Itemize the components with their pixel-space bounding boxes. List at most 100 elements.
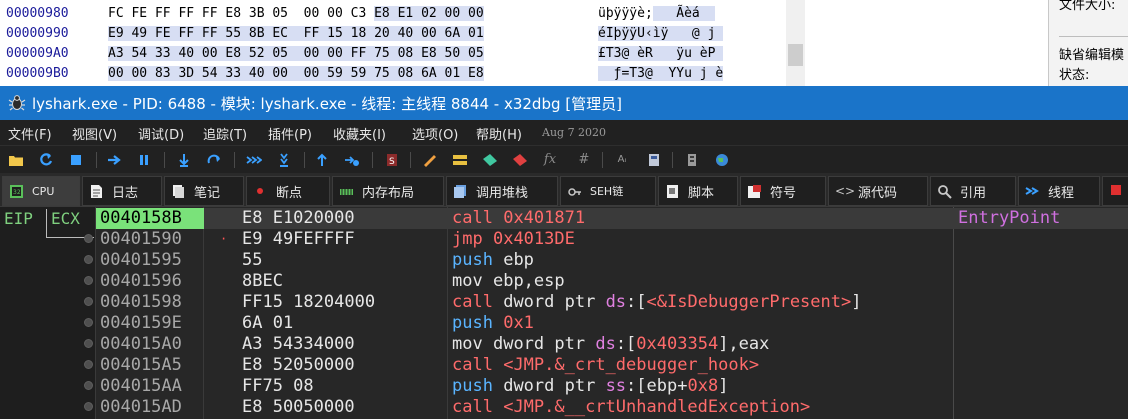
operand: ] xyxy=(718,376,729,396)
menu-trace[interactable]: 追踪(T) xyxy=(203,124,247,143)
mnemonic: mov xyxy=(452,271,483,291)
instruction-bytes: A3 54334000 xyxy=(242,334,355,354)
breakpoint-marker[interactable] xyxy=(84,402,93,411)
hex-row[interactable]: 000009B0 00 00 83 3D 54 33 40 00 00 59 5… xyxy=(0,64,805,84)
hex-ascii: üþÿÿÿè; Ãèá xyxy=(598,6,716,21)
title-bar[interactable]: lyshark.exe - PID: 6488 - 模块: lyshark.ex… xyxy=(0,86,1128,120)
tab-script[interactable]: 脚本 xyxy=(658,176,738,206)
menu-view[interactable]: 视图(V) xyxy=(72,124,117,143)
operand: dword ptr xyxy=(503,292,606,312)
tab-seh[interactable]: SEH链 xyxy=(560,176,656,206)
tab-notes[interactable]: 笔记 xyxy=(164,176,244,206)
breakpoint-marker[interactable] xyxy=(84,339,93,348)
scrollbar-thumb[interactable] xyxy=(788,44,803,66)
mnemonic: push xyxy=(452,313,493,333)
notes-icon xyxy=(171,184,186,199)
tab-label: 日志 xyxy=(112,185,139,201)
disasm-row[interactable]: 00401590 · E9 49FEFFFF jmp 0x4013DE xyxy=(96,229,1128,250)
disasm-row[interactable]: 004015A0 A3 54334000 mov dword ptr ds:[0x4… xyxy=(96,334,1128,355)
hash-icon[interactable]: # xyxy=(576,152,592,168)
breakpoint-marker[interactable] xyxy=(84,234,93,243)
trace-into-icon[interactable] xyxy=(246,152,262,168)
hex-dump-panel[interactable]: 00000980 FC FE FF FF FF E8 3B 05 00 00 C… xyxy=(0,0,805,86)
operand: <JMP.&_crt_debugger_hook> xyxy=(503,355,760,375)
tab-next[interactable] xyxy=(1102,176,1128,206)
menu-debug[interactable]: 调试(D) xyxy=(138,124,184,143)
tab-cpu[interactable]: 32 CPU xyxy=(2,176,80,206)
tab-breakpoints[interactable]: 断点 xyxy=(246,176,330,206)
font-icon[interactable]: Aᵢ xyxy=(614,152,630,168)
tab-symbols[interactable]: 符号 xyxy=(740,176,826,206)
breakpoint-marker[interactable] xyxy=(84,318,93,327)
operand: :[ xyxy=(615,334,637,354)
scylla-icon[interactable]: S xyxy=(384,152,400,168)
hex-row[interactable]: 000009A0 A3 54 33 40 00 E8 52 05 00 00 F… xyxy=(0,44,805,64)
bookmark-icon[interactable] xyxy=(512,152,528,168)
hex-row[interactable]: 00000980 FC FE FF FF FF E8 3B 05 00 00 C… xyxy=(0,4,805,24)
entry-point-comment: EntryPoint xyxy=(958,208,1061,228)
patch-icon[interactable] xyxy=(422,152,438,168)
run-to-user-code-icon[interactable] xyxy=(344,152,360,168)
operand: ],eax xyxy=(718,334,770,354)
instruction-address: 00401590 xyxy=(100,229,182,249)
breakpoint-marker[interactable] xyxy=(84,255,93,264)
toolbar: S fx # Aᵢ xyxy=(0,145,1128,173)
instruction-text: call dword ptr ds:[<&IsDebuggerPresent>] xyxy=(452,292,861,313)
instruction-address: 00401598 xyxy=(100,292,182,312)
run-icon[interactable] xyxy=(106,152,122,168)
tab-label: 符号 xyxy=(770,185,797,201)
source-icon: <> xyxy=(835,183,856,198)
disasm-row[interactable]: 00401598 FF15 18204000 call dword ptr ds:[… xyxy=(96,292,1128,313)
label-icon[interactable] xyxy=(482,152,498,168)
pause-icon[interactable] xyxy=(136,152,152,168)
menu-favourites[interactable]: 收藏夹(I) xyxy=(333,124,386,143)
disasm-row[interactable]: 004015A5 E8 52050000 call <JMP.&_crt_debug… xyxy=(96,355,1128,376)
stop-icon[interactable] xyxy=(68,152,84,168)
breakpoint-marker[interactable] xyxy=(84,381,93,390)
tab-references[interactable]: 引用 xyxy=(930,176,1016,206)
tab-memory-map[interactable]: 内存布局 xyxy=(332,176,444,206)
restart-icon[interactable] xyxy=(38,152,54,168)
breakpoint-marker[interactable] xyxy=(84,297,93,306)
memory-icon[interactable] xyxy=(684,152,700,168)
breakpoint-marker[interactable] xyxy=(84,360,93,369)
execute-till-return-icon[interactable] xyxy=(314,152,330,168)
hex-row[interactable]: 00000990 E9 49 FE FF FF 55 8B EC FF 15 1… xyxy=(0,24,805,44)
x32dbg-bug-icon xyxy=(8,95,26,111)
hex-ascii: éIþÿÿU‹ìÿ @ j xyxy=(598,26,724,41)
comment-icon[interactable] xyxy=(452,152,468,168)
tab-call-stack[interactable]: 调用堆栈 xyxy=(446,176,558,206)
globe-icon[interactable] xyxy=(714,152,730,168)
tab-log[interactable]: 日志 xyxy=(82,176,162,206)
disasm-row[interactable]: 004015AD E8 50050000 call <JMP.&__crtUnhan… xyxy=(96,397,1128,418)
calculator-icon[interactable] xyxy=(646,152,662,168)
step-over-icon[interactable] xyxy=(206,152,222,168)
disasm-row[interactable]: 0040159E 6A 01 push 0x1 xyxy=(96,313,1128,334)
operand: 0x403354 xyxy=(636,334,719,354)
tab-label: 调用堆栈 xyxy=(476,185,529,201)
mnemonic: jmp xyxy=(452,229,483,249)
menu-help[interactable]: 帮助(H) xyxy=(476,124,522,143)
memory-map-icon xyxy=(339,184,354,199)
step-into-icon[interactable] xyxy=(176,152,192,168)
tab-threads[interactable]: 线程 xyxy=(1018,176,1100,206)
function-icon[interactable]: fx xyxy=(542,152,558,168)
disassembly-view[interactable]: EIP ECX 0040158B E8 E1020000 call 0x401871… xyxy=(0,207,1128,419)
hex-scrollbar[interactable] xyxy=(786,0,805,86)
instruction-bytes: FF75 08 xyxy=(242,376,314,396)
tab-label: 引用 xyxy=(960,185,987,201)
menu-file[interactable]: 文件(F) xyxy=(8,124,52,143)
instruction-text: push ebp xyxy=(452,250,534,271)
trace-over-icon[interactable] xyxy=(276,152,292,168)
menu-options[interactable]: 选项(O) xyxy=(412,124,458,143)
tab-label: 源代码 xyxy=(858,185,898,201)
open-icon[interactable] xyxy=(8,152,24,168)
breakpoint-marker[interactable] xyxy=(84,276,93,285)
disasm-row[interactable]: 004015AA FF75 08 push dword ptr ss:[ebp+0x… xyxy=(96,376,1128,397)
tab-source[interactable]: <> 源代码 xyxy=(828,176,928,206)
disasm-row[interactable]: 00401595 55 push ebp xyxy=(96,250,1128,271)
disasm-row[interactable]: 00401596 8BEC mov ebp,esp xyxy=(96,271,1128,292)
menu-plugins[interactable]: 插件(P) xyxy=(268,124,312,143)
hex-bytes: E9 49 FE FF FF 55 8B EC FF 15 18 20 40 0… xyxy=(108,26,484,41)
instruction-address: 00401596 xyxy=(100,271,182,291)
